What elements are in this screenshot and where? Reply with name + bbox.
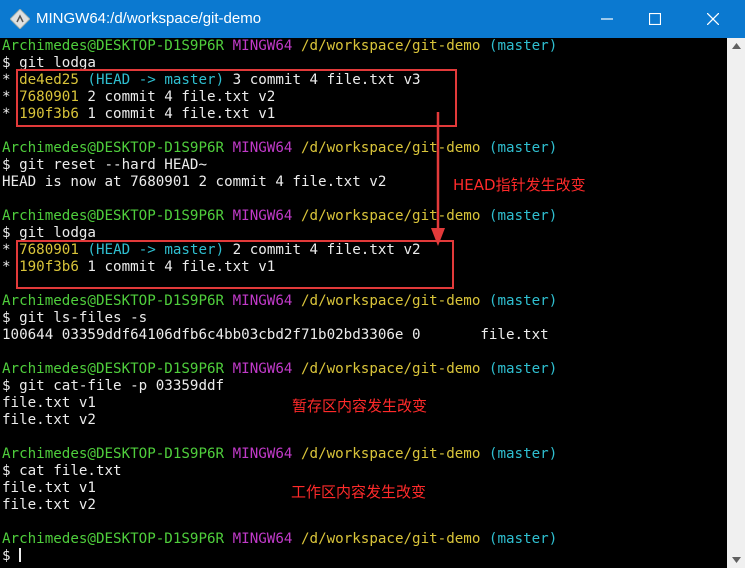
output-line: HEAD is now at 7680901 2 commit 4 file.t… — [2, 174, 387, 190]
chevron-up-icon — [731, 43, 741, 49]
prompt-line: Archimedes@DESKTOP-D1S9P6R MINGW64 /d/wo… — [2, 208, 558, 224]
command-input-line[interactable]: $ — [2, 548, 22, 565]
annotation-worktree-changed: 工作区内容发生改变 — [291, 483, 427, 501]
output-line: 100644 03359ddf64106dfb6c4bb03cbd2f71b02… — [2, 327, 549, 343]
text-cursor — [19, 548, 22, 562]
prompt-line: Archimedes@DESKTOP-D1S9P6R MINGW64 /d/wo… — [2, 531, 558, 547]
prompt-line: Archimedes@DESKTOP-D1S9P6R MINGW64 /d/wo… — [2, 293, 558, 309]
git-bash-icon — [10, 9, 30, 29]
annotation-index-changed: 暂存区内容发生改变 — [292, 397, 428, 415]
highlight-box-after — [16, 240, 454, 289]
close-icon — [707, 13, 719, 25]
annotation-head-changed: HEAD指针发生改变 — [453, 176, 586, 194]
prompt-line: Archimedes@DESKTOP-D1S9P6R MINGW64 /d/wo… — [2, 446, 558, 462]
maximize-button[interactable] — [632, 0, 678, 38]
highlight-box-before — [16, 69, 457, 127]
minimize-button[interactable] — [584, 0, 630, 38]
vertical-scrollbar[interactable] — [727, 38, 745, 568]
chevron-down-icon — [731, 557, 741, 563]
scroll-up-button[interactable] — [727, 38, 745, 54]
close-button[interactable] — [690, 0, 736, 38]
prompt-line: Archimedes@DESKTOP-D1S9P6R MINGW64 /d/wo… — [2, 38, 558, 54]
arrow-icon — [431, 112, 445, 246]
minimize-icon — [601, 18, 613, 20]
command-line: $ git reset --hard HEAD~ — [2, 157, 207, 173]
title-bar[interactable]: MINGW64:/d/workspace/git-demo — [0, 0, 745, 38]
output-line: file.txt v2 — [2, 412, 96, 428]
scroll-down-button[interactable] — [727, 552, 745, 568]
command-line: $ git cat-file -p 03359ddf — [2, 378, 225, 394]
prompt-line: Archimedes@DESKTOP-D1S9P6R MINGW64 /d/wo… — [2, 361, 558, 377]
prompt-line: Archimedes@DESKTOP-D1S9P6R MINGW64 /d/wo… — [2, 140, 558, 156]
window-title: MINGW64:/d/workspace/git-demo — [36, 10, 262, 27]
output-line: file.txt v1 — [2, 480, 96, 496]
command-line: $ git ls-files -s — [2, 310, 148, 326]
command-line: $ cat file.txt — [2, 463, 122, 479]
maximize-icon — [649, 13, 661, 25]
output-line: file.txt v2 — [2, 497, 96, 513]
output-line: file.txt v1 — [2, 395, 96, 411]
